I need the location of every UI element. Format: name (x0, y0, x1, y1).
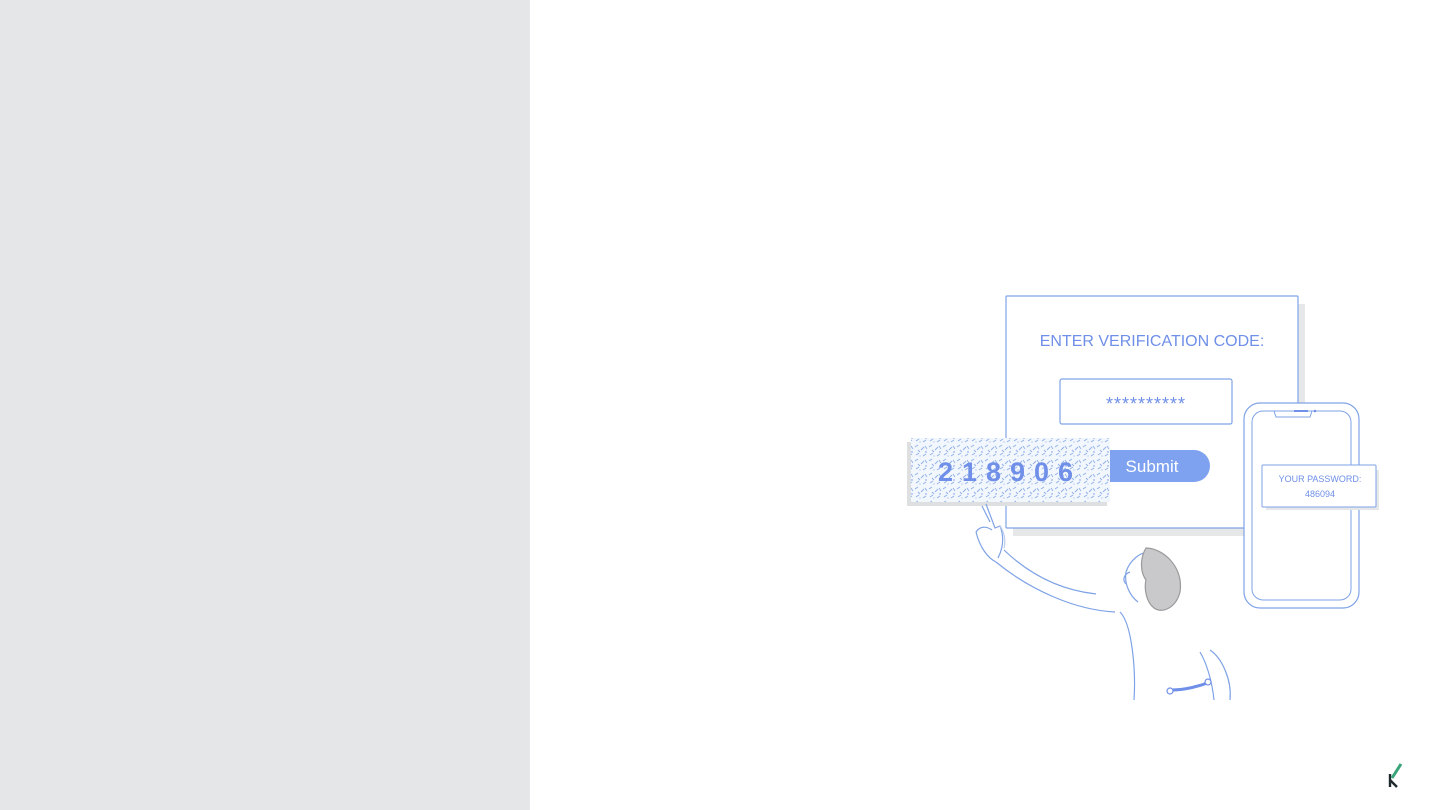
password-title: YOUR PASSWORD: (1279, 474, 1362, 484)
password-code: 486094 (1305, 489, 1335, 499)
k-logo-icon (1384, 760, 1414, 790)
verification-illustration: ENTER VERIFICATION CODE: ********** Subm… (900, 290, 1390, 705)
captcha-code: 218906 (938, 457, 1082, 487)
submit-button[interactable]: Submit (1108, 450, 1210, 482)
verification-heading: ENTER VERIFICATION CODE: (1040, 333, 1265, 350)
code-input[interactable]: ********** (1059, 378, 1233, 425)
submit-label: Submit (1126, 457, 1179, 476)
masked-code: ********** (1106, 394, 1186, 414)
left-panel (0, 0, 530, 810)
password-message: YOUR PASSWORD: 486094 (1261, 464, 1379, 510)
captcha-image: 218906 (907, 438, 1110, 506)
